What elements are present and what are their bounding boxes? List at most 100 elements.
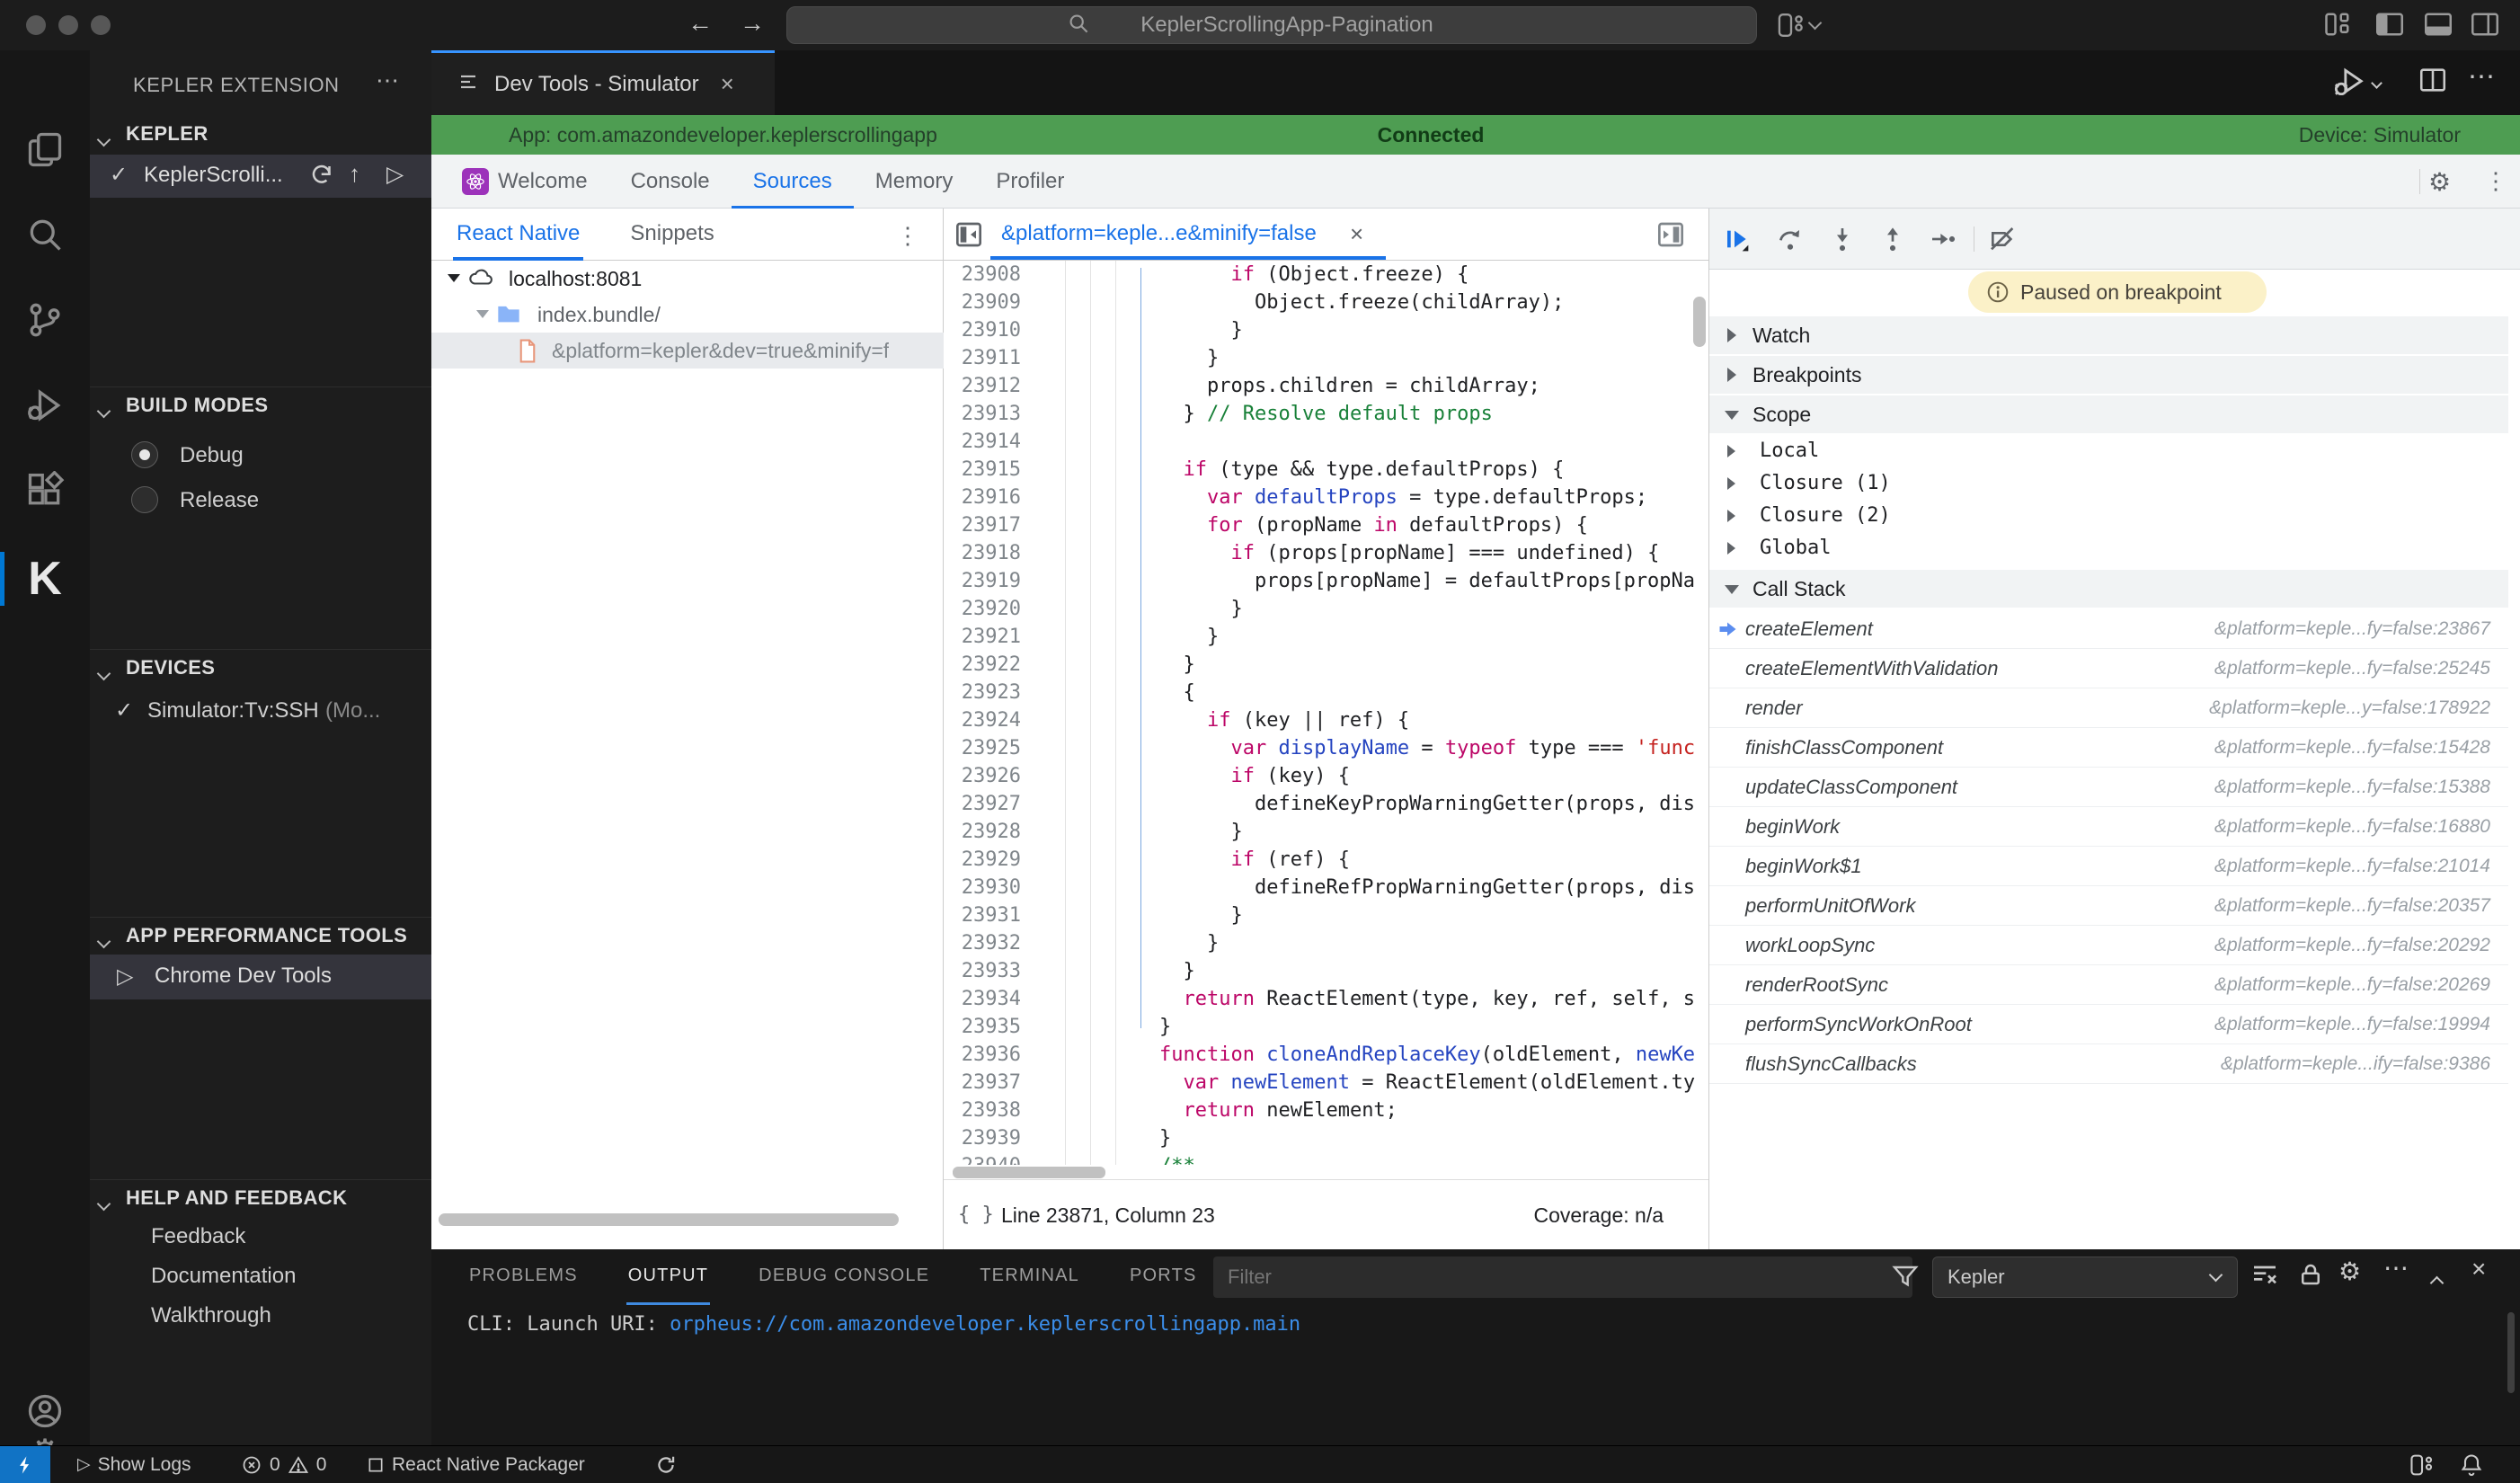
stack-frame-render[interactable]: render&platform=keple...y=false:178922 [1709, 688, 2508, 728]
line-number[interactable]: 23911 [944, 344, 1021, 372]
code-vertical-scrollbar[interactable] [1693, 297, 1706, 347]
expand-caret-icon[interactable] [476, 310, 489, 318]
line-number[interactable]: 23914 [944, 428, 1021, 456]
panel-tab-debug-console[interactable]: DEBUG CONSOLE [757, 1249, 931, 1305]
section-kepler[interactable]: KEPLER [126, 122, 209, 146]
show-debugger-icon[interactable] [1656, 220, 1685, 253]
scope-closure-1-[interactable]: Closure (1) [1709, 467, 2508, 500]
tree-item-localhost-8081[interactable]: localhost:8081 [431, 261, 944, 297]
line-number[interactable]: 23930 [944, 874, 1021, 901]
code-line-23925[interactable]: 23925 var displayName = typeof type === … [944, 734, 1708, 762]
code-line-23938[interactable]: 23938 return newElement; [944, 1097, 1708, 1124]
stack-frame-createelement[interactable]: createElement&platform=keple...fy=false:… [1709, 609, 2508, 649]
line-number[interactable]: 23910 [944, 316, 1021, 344]
line-number[interactable]: 23916 [944, 484, 1021, 511]
help-item-feedback[interactable]: Feedback [90, 1217, 431, 1257]
debug-run-menu-icon[interactable] [2329, 65, 2367, 103]
run-app-icon[interactable]: ▷ [386, 161, 404, 188]
stack-frame-finishclasscomponent[interactable]: finishClassComponent&platform=keple...fy… [1709, 728, 2508, 768]
code-line-23939[interactable]: 23939} [944, 1124, 1708, 1152]
radio-selected-icon[interactable] [131, 441, 158, 468]
code-line-23927[interactable]: 23927 defineKeyPropWarningGetter(props, … [944, 790, 1708, 818]
split-editor-icon[interactable] [2418, 65, 2448, 100]
code-line-23930[interactable]: 23930 defineRefPropWarningGetter(props, … [944, 874, 1708, 901]
search-input[interactable] [1098, 13, 1476, 38]
devtools-tab-sources[interactable]: Sources [732, 155, 854, 209]
code-line-23909[interactable]: 23909 Object.freeze(childArray); [944, 289, 1708, 316]
radio-unselected-icon[interactable] [131, 486, 158, 513]
toggle-panel-icon[interactable] [2423, 11, 2453, 42]
command-search-box[interactable] [786, 6, 1757, 44]
code-line-23917[interactable]: 23917 for (propName in defaultProps) { [944, 511, 1708, 539]
code-line-23911[interactable]: 23911 } [944, 344, 1708, 372]
line-number[interactable]: 23928 [944, 818, 1021, 846]
line-number[interactable]: 23924 [944, 706, 1021, 734]
accounts-icon[interactable] [25, 1391, 65, 1431]
history-back-button[interactable]: ← [688, 9, 713, 38]
toggle-secondary-sidebar-icon[interactable] [2470, 11, 2500, 42]
code-line-23913[interactable]: 23913 } // Resolve default props [944, 400, 1708, 428]
code-line-23928[interactable]: 23928 } [944, 818, 1708, 846]
scope-global[interactable]: Global [1709, 532, 2508, 564]
line-number[interactable]: 23923 [944, 679, 1021, 706]
devtools-menu-icon[interactable]: ⋮ [2484, 167, 2507, 195]
history-forward-button[interactable]: → [740, 9, 765, 38]
code-line-23921[interactable]: 23921 } [944, 623, 1708, 651]
problems-status[interactable]: 0 0 [241, 1446, 326, 1483]
line-number[interactable]: 23933 [944, 957, 1021, 985]
code-line-23926[interactable]: 23926 if (key) { [944, 762, 1708, 790]
stack-frame-renderrootsync[interactable]: renderRootSync&platform=keple...fy=false… [1709, 965, 2508, 1005]
code-line-23912[interactable]: 23912 props.children = childArray; [944, 372, 1708, 400]
perf-tools-chevron-icon[interactable] [99, 928, 109, 953]
source-control-icon[interactable] [25, 300, 65, 340]
output-channel-dropdown[interactable]: Kepler [1932, 1257, 2238, 1298]
code-line-23937[interactable]: 23937 var newElement = ReactElement(oldE… [944, 1069, 1708, 1097]
code-horizontal-scrollbar[interactable] [953, 1167, 1105, 1178]
callstack-section[interactable]: Call Stack [1709, 570, 2508, 608]
kepler-section-chevron-icon[interactable] [99, 126, 109, 151]
launch-uri-link[interactable]: orpheus://com.amazondeveloper.keplerscro… [670, 1313, 1300, 1336]
scope-section[interactable]: Scope [1709, 395, 2508, 433]
line-number[interactable]: 23932 [944, 929, 1021, 957]
scope-local[interactable]: Local [1709, 435, 2508, 467]
step-over-icon[interactable] [1776, 225, 1805, 253]
maximize-window-button[interactable] [91, 15, 111, 35]
code-line-23908[interactable]: 23908 if (Object.freeze) { [944, 261, 1708, 289]
run-debug-icon[interactable] [25, 386, 65, 425]
filter-input[interactable] [1213, 1257, 1912, 1298]
resume-script-icon[interactable] [1722, 225, 1751, 253]
code-viewport[interactable]: 23908 if (Object.freeze) {23909 Object.f… [944, 261, 1708, 1165]
search-sidebar-icon[interactable] [25, 215, 65, 254]
help-chevron-icon[interactable] [99, 1190, 109, 1215]
panel-tab-ports[interactable]: PORTS [1128, 1249, 1199, 1305]
profile-icon[interactable] [1776, 11, 1806, 44]
code-line-23915[interactable]: 23915 if (type && type.defaultProps) { [944, 456, 1708, 484]
stack-frame-flushsynccallbacks[interactable]: flushSyncCallbacks&platform=keple...ify=… [1709, 1044, 2508, 1084]
hide-navigator-icon[interactable] [954, 220, 983, 253]
code-line-23918[interactable]: 23918 if (props[propName] === undefined)… [944, 539, 1708, 567]
notifications-bell-icon[interactable] [2459, 1446, 2484, 1483]
stack-frame-performunitofwork[interactable]: performUnitOfWork&platform=keple...fy=fa… [1709, 886, 2508, 926]
build-mode-debug[interactable]: Debug [90, 435, 431, 476]
stack-frame-beginwork[interactable]: beginWork&platform=keple...fy=false:1688… [1709, 807, 2508, 847]
step-into-icon[interactable] [1828, 225, 1857, 253]
navigator-more-icon[interactable]: ⋮ [896, 222, 919, 250]
scope-closure-2-[interactable]: Closure (2) [1709, 500, 2508, 532]
stack-frame-workloopsync[interactable]: workLoopSync&platform=keple...fy=false:2… [1709, 926, 2508, 965]
sidebar-item-keplerscrollingapp[interactable]: ✓ KeplerScrolli... ↑ ▷ [90, 155, 431, 198]
section-devices[interactable]: DEVICES [126, 656, 215, 679]
line-number[interactable]: 23939 [944, 1124, 1021, 1152]
devtools-tab-profiler[interactable]: Profiler [974, 155, 1086, 209]
navigator-tab-snippets[interactable]: Snippets [626, 209, 717, 261]
device-item[interactable]: ✓ Simulator:Tv:SSH (Mo... [90, 692, 431, 732]
help-item-walkthrough[interactable]: Walkthrough [90, 1296, 431, 1336]
code-line-23910[interactable]: 23910 } [944, 316, 1708, 344]
line-number[interactable]: 23908 [944, 261, 1021, 289]
code-line-23934[interactable]: 23934 return ReactElement(type, key, ref… [944, 985, 1708, 1013]
code-line-23919[interactable]: 23919 props[propName] = defaultProps[pro… [944, 567, 1708, 595]
sidebar-more-actions-icon[interactable]: ⋯ [376, 67, 399, 94]
line-number[interactable]: 23909 [944, 289, 1021, 316]
code-line-23922[interactable]: 23922 } [944, 651, 1708, 679]
code-line-23923[interactable]: 23923 { [944, 679, 1708, 706]
code-line-23940[interactable]: 23940/** [944, 1152, 1708, 1165]
